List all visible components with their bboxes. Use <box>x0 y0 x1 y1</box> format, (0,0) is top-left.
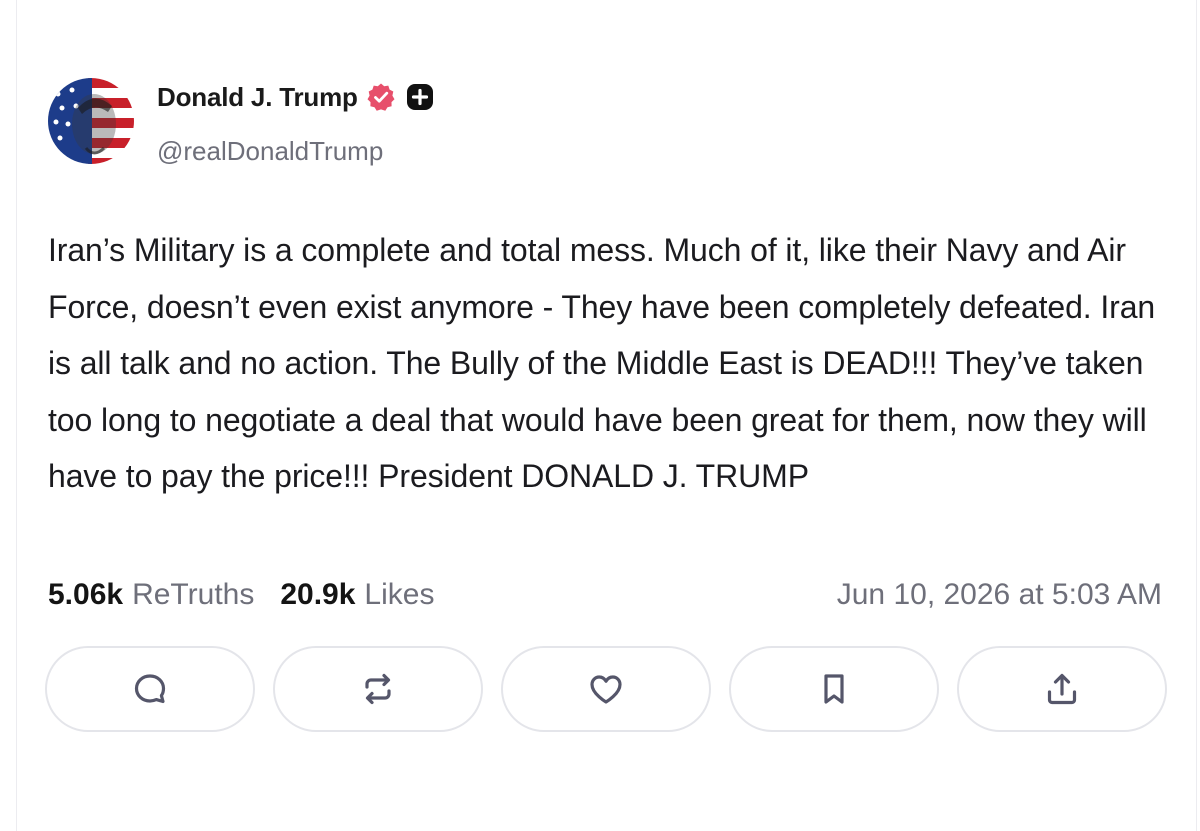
reply-icon <box>134 674 166 704</box>
like-icon <box>590 675 622 704</box>
post-timestamp[interactable]: Jun 10, 2026 at 5:03 AM <box>837 578 1162 612</box>
retruths-stat[interactable]: 5.06k ReTruths <box>48 578 254 612</box>
stats-row: 5.06k ReTruths 20.9k Likes Jun 10, 2026 … <box>48 575 1162 615</box>
bookmark-button[interactable] <box>729 646 939 732</box>
author-row: Donald J. Trump <box>157 80 434 114</box>
likes-count: 20.9k <box>280 578 356 611</box>
share-button[interactable] <box>957 646 1167 732</box>
retruths-count: 5.06k <box>48 578 124 611</box>
share-icon <box>1047 673 1077 705</box>
verified-badge-icon <box>366 82 396 112</box>
avatar[interactable] <box>48 78 134 164</box>
retruths-label: ReTruths <box>132 578 255 611</box>
card-right-border <box>1196 0 1197 831</box>
retruth-button[interactable] <box>273 646 483 732</box>
author-display-name[interactable]: Donald J. Trump <box>157 82 358 113</box>
bookmark-icon <box>824 674 844 704</box>
reply-button[interactable] <box>45 646 255 732</box>
post-text: Iran’s Military is a complete and total … <box>48 232 1156 494</box>
post-card: Donald J. Trump @realDonaldTrump Iran’s … <box>0 0 1200 831</box>
action-bar <box>45 646 1167 732</box>
plus-badge-icon <box>404 83 434 111</box>
like-button[interactable] <box>501 646 711 732</box>
likes-stat[interactable]: 20.9k Likes <box>280 578 434 612</box>
likes-label: Likes <box>364 578 435 611</box>
card-left-border <box>16 0 17 831</box>
retruth-icon <box>365 673 391 705</box>
author-handle[interactable]: @realDonaldTrump <box>157 136 383 167</box>
